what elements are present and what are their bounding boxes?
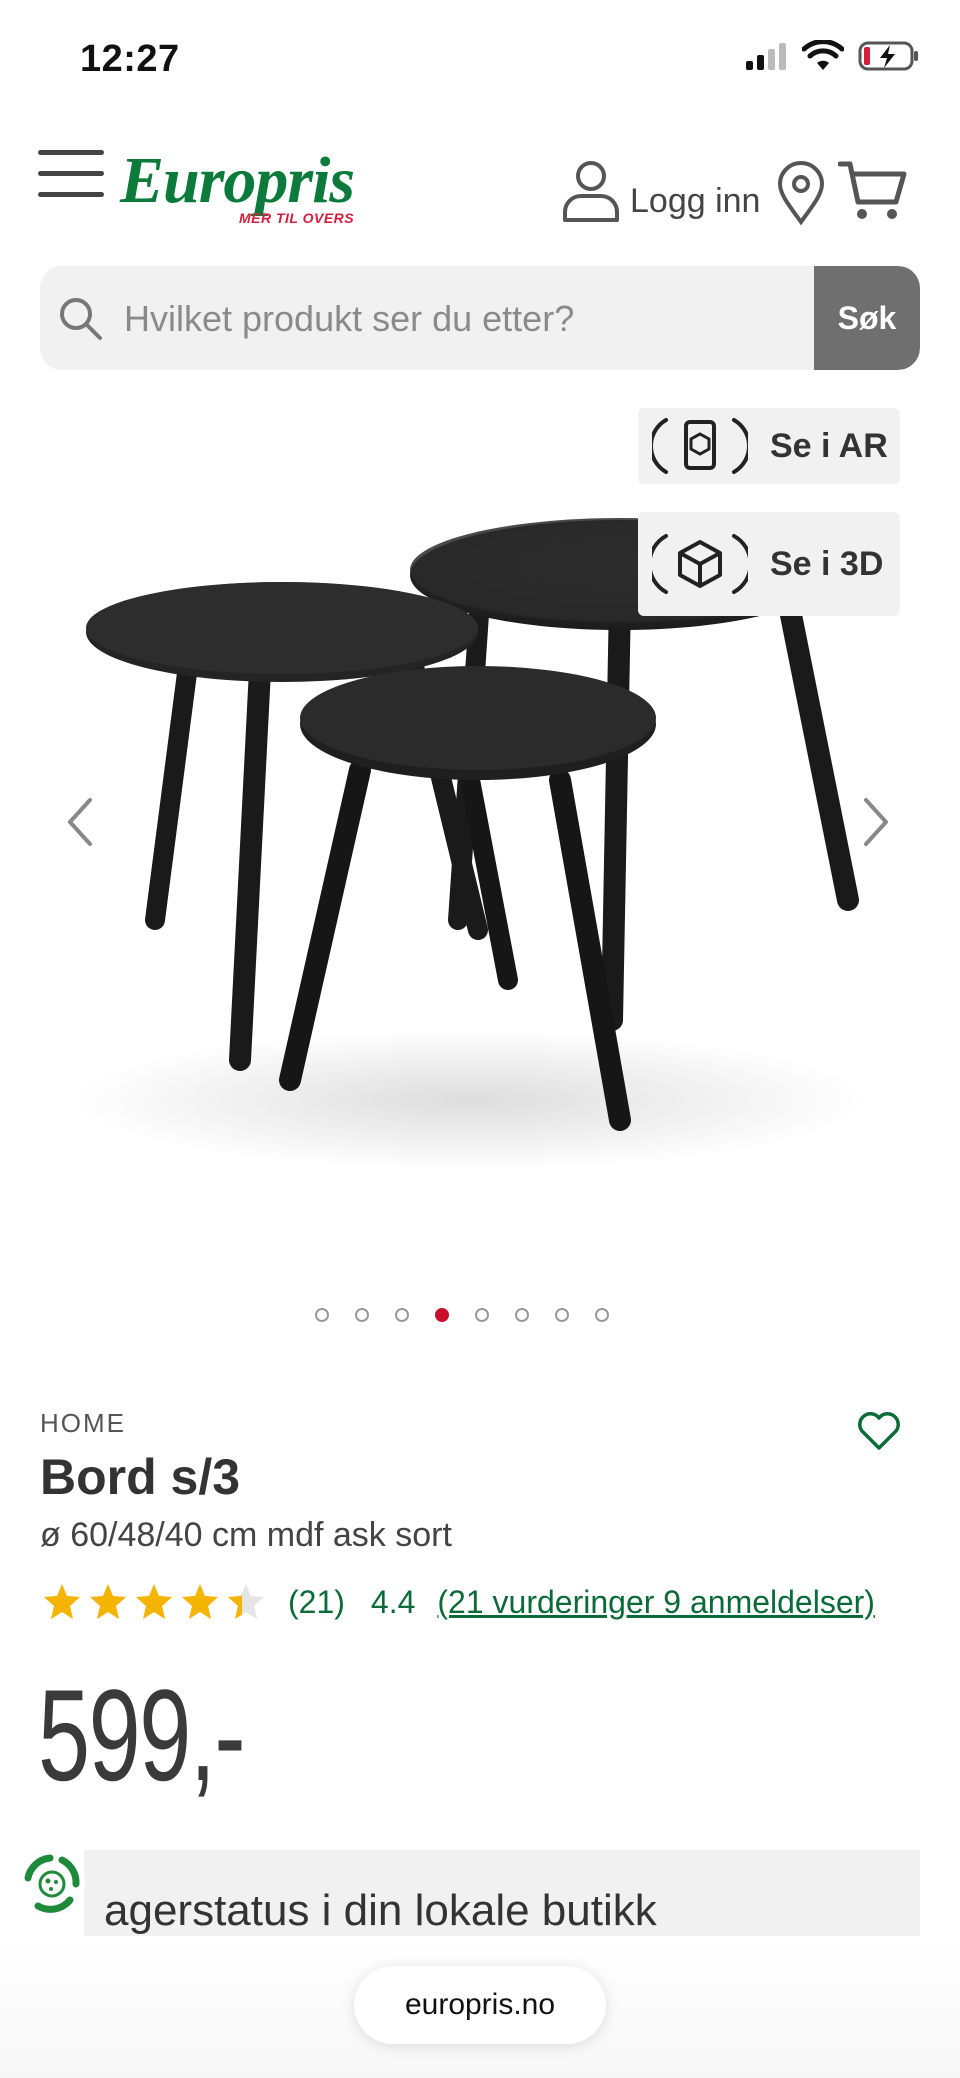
rating-score: 4.4 — [370, 1583, 416, 1620]
product-brand: HOME — [40, 1408, 126, 1438]
store-location-icon[interactable] — [776, 160, 826, 226]
rating-count: (21) — [288, 1583, 345, 1620]
wifi-icon — [802, 40, 844, 70]
star-icon — [44, 1584, 80, 1619]
next-image-arrow-icon[interactable] — [858, 794, 894, 850]
user-icon — [563, 161, 619, 222]
3d-label: Se i 3D — [770, 544, 884, 583]
rating-stars — [40, 1582, 268, 1622]
carousel-dot[interactable] — [315, 1308, 329, 1322]
view-in-3d-button[interactable]: Se i 3D — [638, 512, 900, 616]
cube-3d-icon — [652, 534, 748, 594]
cart-icon[interactable] — [838, 158, 908, 224]
carousel-dot-active[interactable] — [435, 1308, 449, 1322]
signal-icon — [746, 43, 786, 70]
rating-row: (21) 4.4 (21 vurderinger 9 anmeldelser) — [40, 1582, 875, 1622]
ar-label: Se i AR — [770, 426, 888, 465]
carousel-dot[interactable] — [355, 1308, 369, 1322]
product-price: 599,- — [38, 1662, 246, 1808]
ar-icon — [652, 418, 748, 474]
carousel-dots — [315, 1308, 609, 1322]
product-title: Bord s/3 — [40, 1449, 241, 1505]
favorite-heart-icon[interactable] — [856, 1410, 902, 1452]
login-button[interactable]: Logg inn — [560, 158, 760, 224]
search-button[interactable]: Søk — [814, 266, 920, 370]
store-stock-panel[interactable]: agerstatus i din lokale butikk — [84, 1850, 920, 1936]
reviews-link[interactable]: (21 vurderinger 9 anmeldelser) — [437, 1584, 875, 1621]
europris-logo[interactable]: Europris MER TIL OVERS — [120, 144, 355, 227]
carousel-dot[interactable] — [395, 1308, 409, 1322]
previous-image-arrow-icon[interactable] — [62, 794, 98, 850]
carousel-dot[interactable] — [475, 1308, 489, 1322]
status-time: 12:27 — [80, 38, 180, 80]
star-icon — [136, 1584, 172, 1619]
star-icon — [90, 1584, 126, 1619]
recycle-badge-icon[interactable] — [16, 1848, 88, 1920]
login-label: Logg inn — [630, 181, 761, 220]
browser-url-bar[interactable]: europris.no — [354, 1966, 606, 2044]
star-icon — [182, 1584, 218, 1619]
search-bar: Søk — [40, 266, 920, 370]
star-icon — [228, 1584, 264, 1619]
logo-wordmark: Europris — [120, 144, 355, 217]
menu-button[interactable] — [38, 150, 104, 204]
product-subtitle: ø 60/48/40 cm mdf ask sort — [40, 1516, 452, 1554]
carousel-dot[interactable] — [595, 1308, 609, 1322]
carousel-dot[interactable] — [555, 1308, 569, 1322]
view-in-ar-button[interactable]: Se i AR — [638, 408, 900, 484]
status-icons — [744, 40, 920, 72]
carousel-dot[interactable] — [515, 1308, 529, 1322]
stock-status-text: agerstatus i din lokale butikk — [104, 1886, 657, 1935]
battery-icon — [858, 41, 918, 71]
search-icon — [60, 298, 102, 340]
search-input[interactable] — [122, 266, 826, 370]
